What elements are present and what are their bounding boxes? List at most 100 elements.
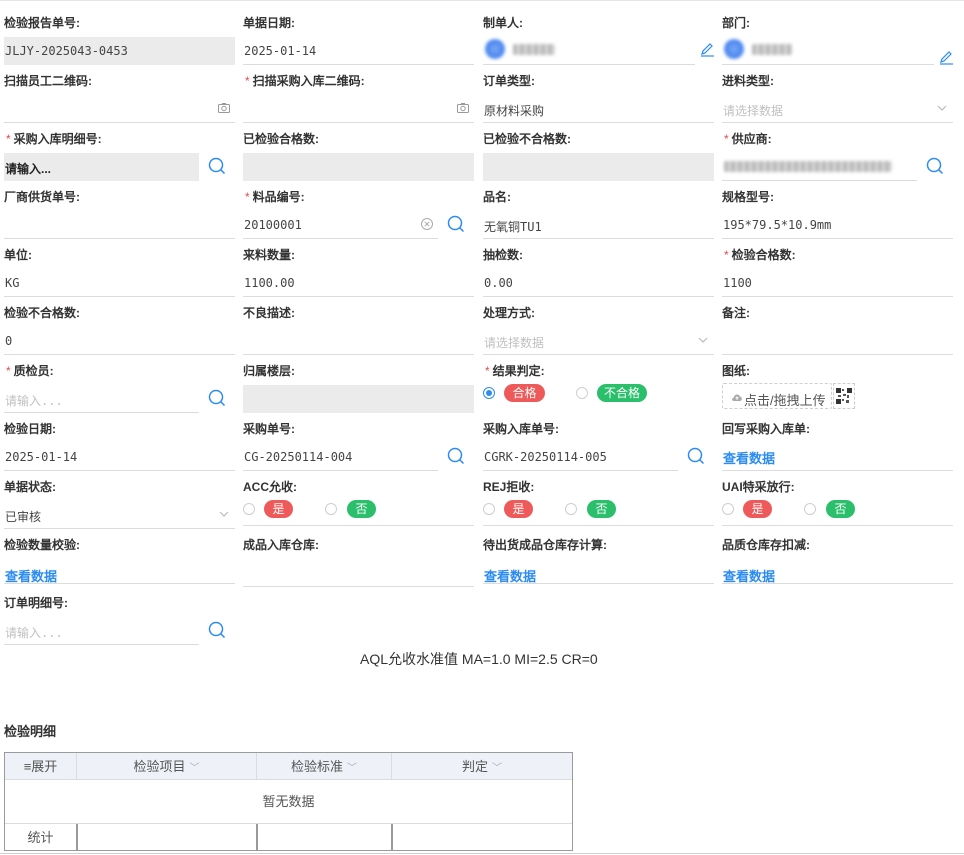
floor-cell: 归属楼层:	[243, 349, 474, 413]
dept-cell: 部门:	[722, 1, 953, 65]
unit-cell: 单位: KG	[4, 233, 235, 297]
uai-yes-radio[interactable]	[722, 503, 734, 515]
order-type-cell: 订单类型: 原材料采购	[483, 59, 714, 123]
acc-no-radio[interactable]	[325, 503, 337, 515]
pass-qty-label-text: 检验合格数:	[731, 248, 796, 262]
rej-label: REJ拒收:	[483, 480, 535, 494]
result-label: * 结果判定:	[483, 362, 545, 379]
qty-check-label: 检验数量校验:	[4, 538, 80, 552]
result-cell: * 结果判定: 合格 不合格	[483, 349, 714, 407]
search-icon[interactable]	[446, 214, 466, 234]
quality-wh-cell: 品质仓库存扣减: 查看数据	[722, 523, 953, 584]
qr-code-icon[interactable]	[833, 383, 855, 409]
product-name-label: 品名:	[483, 190, 511, 204]
search-icon[interactable]	[207, 156, 227, 176]
result-pass-tag[interactable]: 合格	[504, 384, 545, 402]
finished-wh-label: 成品入库仓库:	[243, 538, 319, 552]
required-mark: *	[724, 248, 729, 262]
inspect-date-cell: 检验日期: 2025-01-14	[4, 407, 235, 471]
item-column-header[interactable]: 检验项目 ﹀	[77, 753, 257, 780]
scan-purchase-label: * 扫描采购入库二维码:	[243, 72, 365, 89]
material-code-label: * 料品编号:	[243, 188, 305, 205]
camera-icon[interactable]	[217, 101, 231, 115]
empty-state-text: 暂无数据	[262, 794, 315, 809]
sample-qty-label: 抽检数:	[483, 248, 523, 262]
remark-cell: 备注:	[722, 291, 953, 355]
form-row-6: 检验不合格数: 0 不良描述: 处理方式: 请选择数据 备注:	[4, 291, 953, 355]
form-row-5: 单位: KG 来料数量: 1100.00 抽检数: 0.00 * 检验合格数: 1…	[4, 233, 953, 297]
clear-icon[interactable]	[420, 217, 434, 231]
drawing-label: 图纸:	[722, 364, 750, 378]
unit-value: KG	[5, 276, 20, 290]
form-row-2: 扫描员工二维码: * 扫描采购入库二维码: 订单类型: 原材料采购 进料类型: 请…	[4, 59, 953, 123]
product-name-cell: 品名: 无氧铜TU1	[483, 175, 714, 239]
result-pass-radio[interactable]	[483, 387, 495, 399]
result-fail-radio[interactable]	[576, 387, 588, 399]
required-mark: *	[245, 190, 250, 204]
rej-yes-tag[interactable]: 是	[504, 500, 533, 518]
doc-date-cell: 单据日期: 2025-01-14	[243, 1, 474, 65]
verdict-column-header[interactable]: 判定 ﹀	[392, 753, 572, 780]
defect-desc-label: 不良描述:	[243, 306, 295, 320]
form-row-4: 厂商供货单号: * 料品编号: 20100001 品名: 无氧铜TU1 规格型号:…	[4, 175, 953, 239]
search-icon[interactable]	[925, 156, 945, 176]
dept-name-blurred	[752, 44, 792, 55]
supplier-label-text: 供应商:	[731, 132, 772, 146]
report-no-cell: 检验报告单号: JLJY-2025043-0453	[4, 1, 235, 65]
doc-status-label: 单据状态:	[4, 480, 56, 494]
incoming-qty-label: 来料数量:	[243, 248, 295, 262]
search-icon[interactable]	[207, 620, 227, 640]
order-detail-field[interactable]: 请输入...	[4, 617, 199, 645]
result-fail-tag[interactable]: 不合格	[597, 384, 647, 402]
camera-icon[interactable]	[456, 101, 470, 115]
uai-yes-tag[interactable]: 是	[743, 500, 772, 518]
aql-level-text: AQL允收水准值 MA=1.0 MI=2.5 CR=0	[360, 651, 598, 667]
chevron-down-icon	[698, 337, 708, 343]
upload-button[interactable]: 点击/拖拽上传	[722, 383, 832, 409]
purchase-no-label: 采购单号:	[243, 422, 295, 436]
supplier-label: * 供应商:	[722, 130, 772, 147]
cloud-upload-icon	[732, 394, 742, 401]
quality-wh-label: 品质仓库存扣减:	[722, 538, 810, 552]
search-icon[interactable]	[446, 446, 466, 466]
standard-header-label: 检验标准	[290, 759, 343, 774]
expand-header-label: ≡展开	[23, 759, 58, 774]
purchase-detail-label-text: 采购入库明细号:	[13, 132, 102, 146]
doc-date-label: 单据日期:	[243, 16, 295, 30]
edit-icon[interactable]	[699, 41, 715, 57]
form-row-9: 单据状态: 已审核 ACC允收: 是 否 REJ拒收: 是 否 UAI特采放行:…	[4, 465, 953, 529]
rej-yes-radio[interactable]	[483, 503, 495, 515]
maker-label: 制单人:	[483, 16, 523, 30]
supplier-cell: * 供应商:	[722, 117, 953, 181]
writeback-label: 回写采购入库单:	[722, 422, 810, 436]
search-icon[interactable]	[207, 388, 227, 408]
material-code-value: 20100001	[244, 218, 302, 232]
spec-cell: 规格型号: 195*79.5*10.9mm	[722, 175, 953, 239]
incoming-qty-value: 1100.00	[244, 276, 295, 290]
pending-stock-cell: 待出货成品仓库存计算: 查看数据	[483, 523, 714, 584]
rej-no-radio[interactable]	[565, 503, 577, 515]
rej-no-tag[interactable]: 否	[587, 500, 616, 518]
standard-column-header[interactable]: 检验标准 ﹀	[257, 753, 392, 780]
footer-cell	[392, 824, 572, 851]
uai-no-tag[interactable]: 否	[826, 500, 855, 518]
uai-no-radio[interactable]	[804, 503, 816, 515]
search-icon[interactable]	[686, 446, 706, 466]
required-mark: *	[6, 364, 11, 378]
inspector-label: * 质检员:	[4, 362, 54, 379]
dept-avatar	[724, 39, 744, 59]
chevron-down-icon: ﹀	[189, 763, 200, 774]
footer-cell	[257, 824, 392, 851]
acc-yes-tag[interactable]: 是	[264, 500, 293, 518]
expand-column-header[interactable]: ≡展开	[5, 753, 77, 780]
required-mark: *	[724, 132, 729, 146]
scan-employee-label: 扫描员工二维码:	[4, 74, 92, 88]
acc-yes-radio[interactable]	[243, 503, 255, 515]
form-row-1: 检验报告单号: JLJY-2025043-0453 单据日期: 2025-01-…	[4, 1, 953, 65]
rej-radio-group: 是 否	[483, 499, 714, 521]
remark-label: 备注:	[722, 306, 750, 320]
result-radio-group: 合格 不合格	[483, 383, 714, 405]
purchase-no-value: CG-20250114-004	[244, 450, 353, 464]
chevron-down-icon: ﹀	[492, 763, 502, 774]
acc-no-tag[interactable]: 否	[347, 500, 376, 518]
